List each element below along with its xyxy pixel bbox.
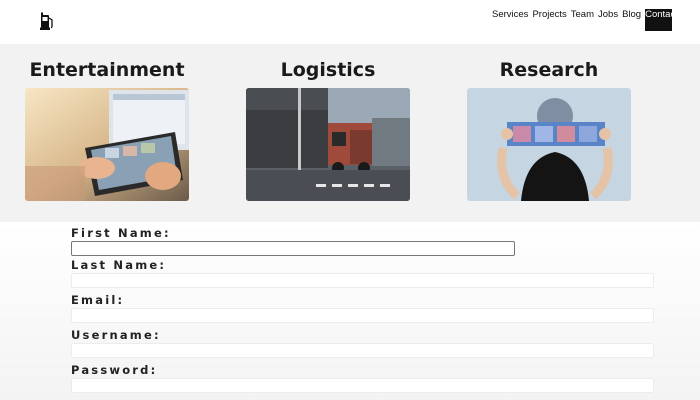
category-title: Logistics (280, 59, 376, 81)
nav-blog[interactable]: Blog (622, 9, 641, 20)
nav-projects[interactable]: Projects (532, 9, 566, 20)
signup-form: First Name: Last Name: Email: Username: … (0, 222, 700, 400)
last-name-label: Last Name: (71, 258, 167, 272)
main-nav: Services Projects Team Jobs Blog Contact (492, 9, 673, 31)
username-input[interactable] (71, 343, 654, 358)
site-header: Services Projects Team Jobs Blog Contact (0, 0, 700, 44)
category-title: Entertainment (29, 59, 185, 81)
person-using-tablet-image (25, 88, 189, 201)
nav-services[interactable]: Services (492, 9, 528, 20)
password-input[interactable] (71, 378, 654, 393)
first-name-input[interactable] (71, 241, 515, 256)
category-entertainment[interactable]: Entertainment (17, 44, 197, 201)
category-logistics[interactable]: Logistics (238, 44, 418, 201)
email-label: Email: (71, 293, 125, 307)
woman-holding-film-strip-image (467, 88, 631, 201)
last-name-input[interactable] (71, 273, 654, 288)
first-name-label: First Name: (71, 226, 171, 240)
category-title: Research (499, 59, 599, 81)
username-label: Username: (71, 328, 161, 342)
truck-at-loading-dock-image (246, 88, 410, 201)
category-research[interactable]: Research (459, 44, 639, 201)
email-input[interactable] (71, 308, 654, 323)
nav-contact[interactable]: Contact (645, 9, 673, 31)
categories-section: Entertainment Logistics Research (0, 44, 700, 222)
nav-jobs[interactable]: Jobs (598, 9, 618, 20)
password-label: Password: (71, 363, 158, 377)
fuel-pump-icon[interactable] (40, 12, 54, 30)
nav-team[interactable]: Team (571, 9, 594, 20)
